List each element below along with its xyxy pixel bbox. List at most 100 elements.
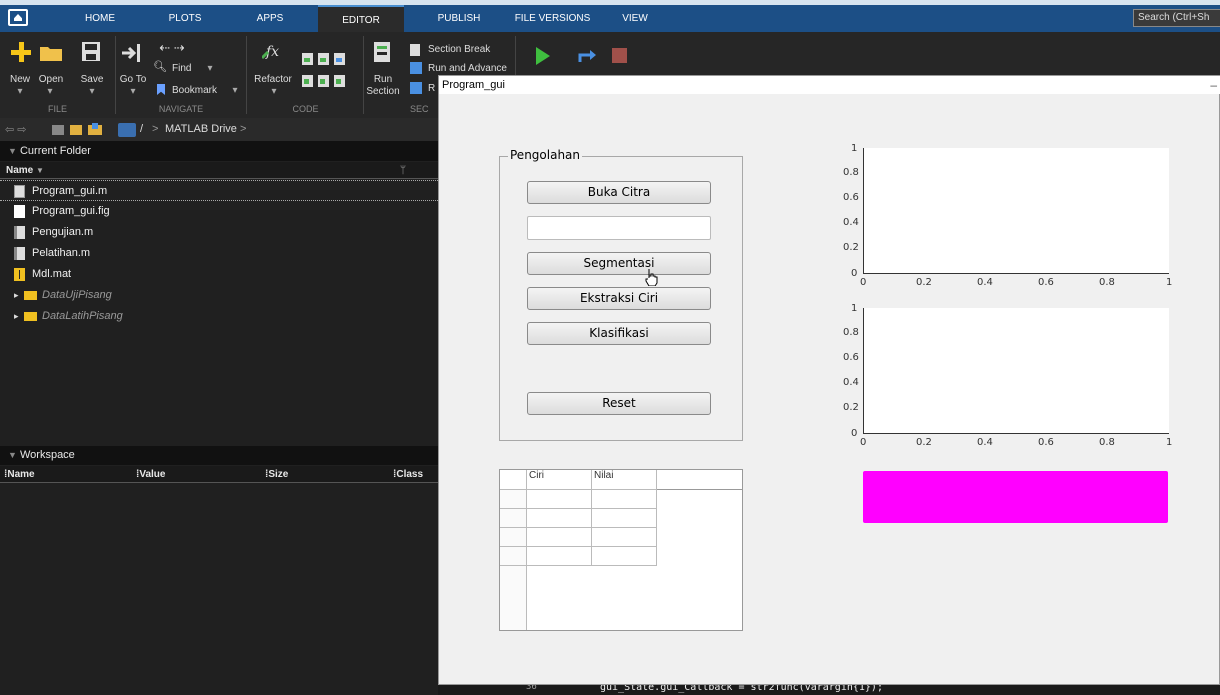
- file-item[interactable]: Pelatihan.m: [0, 243, 438, 264]
- table-cell[interactable]: [592, 490, 657, 509]
- save-disk-icon[interactable]: [82, 42, 100, 61]
- folder-item[interactable]: ▸ DataUjiPisang: [0, 285, 438, 306]
- table-cell[interactable]: [592, 547, 657, 566]
- workspace-header[interactable]: ▼ Workspace: [0, 446, 438, 465]
- klasifikasi-button[interactable]: Klasifikasi: [527, 322, 711, 345]
- expand-icon[interactable]: ▸: [14, 285, 19, 306]
- new-dropdown-icon[interactable]: ▾: [12, 86, 28, 97]
- folder-tools-icon[interactable]: [52, 123, 110, 137]
- save-dropdown-icon[interactable]: ▾: [84, 86, 100, 97]
- address-root[interactable]: /: [140, 123, 143, 135]
- bookmark-icon[interactable]: [157, 84, 165, 95]
- run-section-button[interactable]: Run: [368, 74, 398, 85]
- step-icon[interactable]: [577, 48, 599, 64]
- save-button[interactable]: Save: [77, 74, 107, 85]
- file-item[interactable]: Pengujian.m: [0, 222, 438, 243]
- goto-arrow-icon[interactable]: [122, 44, 142, 62]
- file-item[interactable]: Program_gui.fig: [0, 201, 438, 222]
- folder-item[interactable]: ▸ DataLatihPisang: [0, 306, 438, 327]
- tab-file-versions[interactable]: FILE VERSIONS: [505, 5, 600, 32]
- x-tick-label: 0.6: [1038, 437, 1054, 448]
- find-button[interactable]: Find: [172, 63, 202, 74]
- tab-home[interactable]: HOME: [60, 5, 140, 32]
- tab-apps[interactable]: APPS: [230, 5, 310, 32]
- new-button[interactable]: New: [5, 74, 35, 85]
- address-matlab-drive[interactable]: MATLAB Drive: [165, 123, 237, 135]
- refactor-icon[interactable]: fx: [260, 40, 282, 60]
- buka-citra-button[interactable]: Buka Citra: [527, 181, 711, 204]
- y-tick-label: 0.6: [843, 192, 859, 203]
- table-col-nilai[interactable]: Nilai: [592, 470, 657, 490]
- y-tick-label: 1: [851, 143, 858, 154]
- table-cell[interactable]: [592, 528, 657, 547]
- run-to-end-button[interactable]: R: [428, 83, 438, 94]
- run-to-end-icon[interactable]: [410, 82, 422, 94]
- run-section-icon[interactable]: [374, 42, 392, 62]
- goto-dropdown-icon[interactable]: ▾: [125, 86, 141, 97]
- refactor-button[interactable]: Refactor: [253, 74, 293, 85]
- indent-tools-icon[interactable]: [302, 74, 350, 88]
- workspace-col-name[interactable]: ⁞Name: [4, 466, 35, 483]
- file-item[interactable]: Mdl.mat: [0, 264, 438, 285]
- bookmark-button[interactable]: Bookmark: [172, 85, 224, 96]
- path-edit-field[interactable]: [527, 216, 711, 240]
- workspace-col-value[interactable]: ⁞Value: [136, 466, 165, 483]
- back-forward-icon[interactable]: ⇠ ⇢: [155, 40, 189, 56]
- bookmark-dropdown-icon[interactable]: ▾: [230, 85, 240, 96]
- figure-titlebar[interactable]: Program_gui –: [439, 76, 1220, 94]
- drive-root-icon[interactable]: [118, 123, 136, 137]
- table-cell[interactable]: [527, 490, 592, 509]
- section-break-icon[interactable]: [410, 44, 420, 56]
- x-tick-label: 0.4: [977, 277, 993, 288]
- matlab-home-icon[interactable]: [8, 9, 28, 26]
- file-item[interactable]: Program_gui.m: [0, 180, 438, 201]
- search-input[interactable]: Search (Ctrl+Sh: [1133, 9, 1220, 27]
- stop-icon[interactable]: [612, 48, 627, 63]
- ciri-table[interactable]: Ciri Nilai: [499, 469, 743, 631]
- reset-button[interactable]: Reset: [527, 392, 711, 415]
- open-dropdown-icon[interactable]: ▾: [42, 86, 58, 97]
- current-folder-column-header[interactable]: Name ▼ ᛘ: [0, 162, 438, 179]
- address-bar: ⇦ ⇨ / > MATLAB Drive >: [0, 118, 438, 142]
- workspace-col-size[interactable]: ⁞Size: [265, 466, 288, 483]
- tab-publish[interactable]: PUBLISH: [414, 5, 504, 32]
- x-tick-label: 0.2: [916, 277, 932, 288]
- toolstrip-tabbar: HOME PLOTS APPS EDITOR PUBLISH FILE VERS…: [0, 0, 1220, 32]
- minimize-icon[interactable]: –: [1210, 76, 1217, 94]
- run-advance-button[interactable]: Run and Advance: [428, 63, 508, 75]
- script-file-icon: [14, 247, 25, 260]
- segmentasi-button[interactable]: Segmentasi: [527, 252, 711, 275]
- find-magnifier-icon[interactable]: 🔍︎: [153, 60, 167, 73]
- axes-bottom[interactable]: [863, 308, 1169, 434]
- table-cell[interactable]: [527, 547, 592, 566]
- section-break-button[interactable]: Section Break: [428, 44, 498, 55]
- tab-view[interactable]: VIEW: [605, 5, 665, 32]
- sort-down-icon[interactable]: ▼: [36, 166, 44, 175]
- run-advance-icon[interactable]: [410, 62, 422, 74]
- nav-back-forward-icon[interactable]: ⇦ ⇨: [5, 123, 27, 136]
- table-cell[interactable]: [527, 528, 592, 547]
- table-cell[interactable]: [592, 509, 657, 528]
- open-folder-icon[interactable]: [40, 44, 62, 61]
- tab-plots[interactable]: PLOTS: [145, 5, 225, 32]
- tab-editor[interactable]: EDITOR: [318, 5, 404, 32]
- collapse-icon[interactable]: ▼: [8, 450, 17, 460]
- table-cell[interactable]: [527, 509, 592, 528]
- goto-button[interactable]: Go To: [117, 74, 149, 85]
- current-folder-header[interactable]: ▼ Current Folder: [0, 142, 438, 161]
- ekstraksi-ciri-button[interactable]: Ekstraksi Ciri: [527, 287, 711, 310]
- ribbon-separator: [363, 36, 364, 114]
- run-icon[interactable]: [536, 47, 550, 65]
- open-button[interactable]: Open: [36, 74, 66, 85]
- expand-icon[interactable]: ▸: [14, 306, 19, 327]
- axes-top[interactable]: [863, 148, 1169, 274]
- comment-tools-icon[interactable]: [302, 52, 350, 66]
- collapse-icon[interactable]: ▼: [8, 146, 17, 156]
- workspace-col-class[interactable]: ⁞Class: [393, 466, 423, 483]
- refactor-dropdown-icon[interactable]: ▾: [266, 86, 282, 97]
- hand-cursor-icon: [645, 268, 659, 287]
- x-tick-label: 0.2: [916, 437, 932, 448]
- find-dropdown-icon[interactable]: ▾: [205, 63, 215, 74]
- new-icon[interactable]: [11, 42, 31, 62]
- table-col-ciri[interactable]: Ciri: [527, 470, 592, 490]
